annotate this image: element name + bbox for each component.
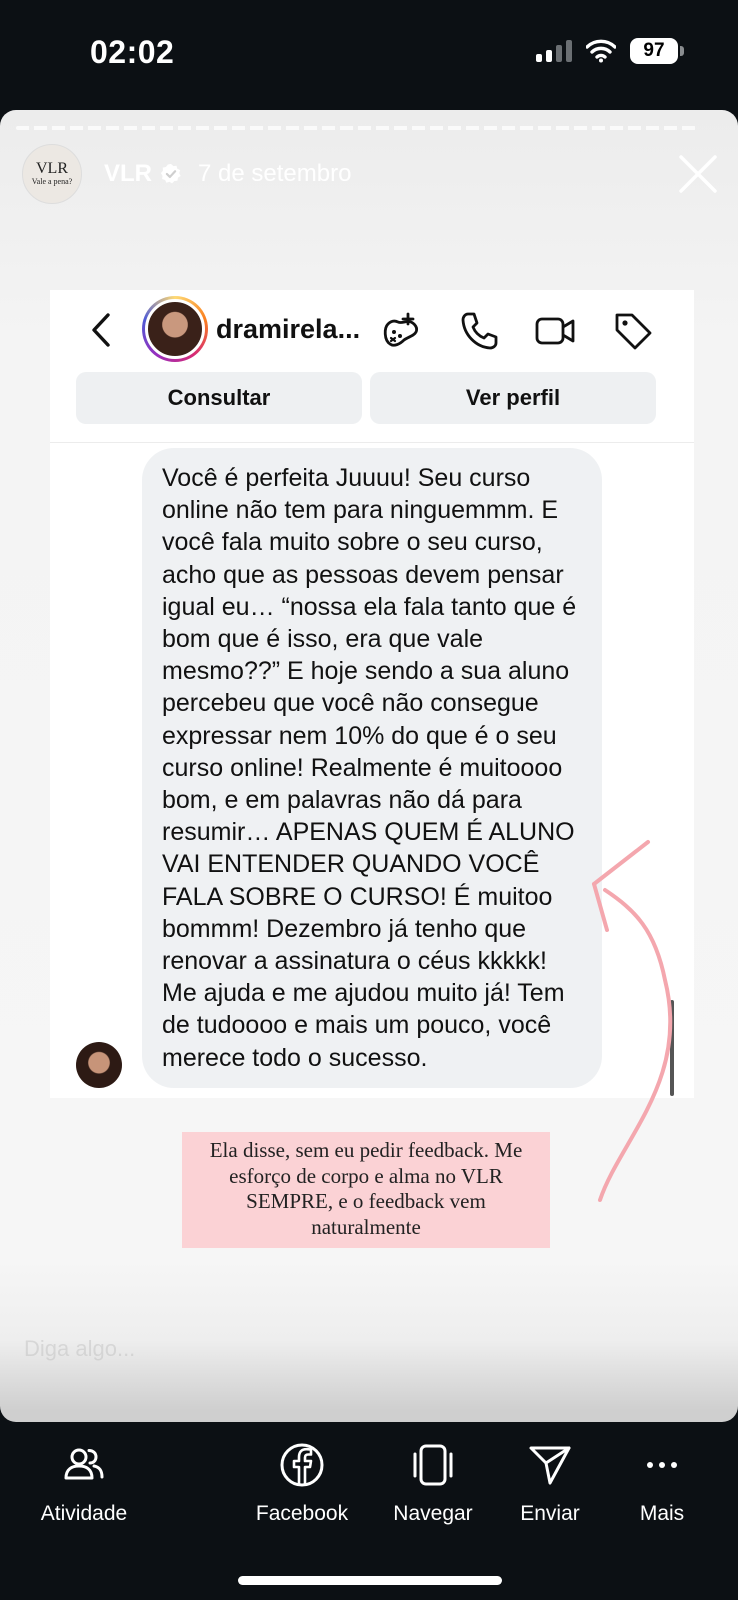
status-time: 02:02 — [90, 34, 175, 70]
story-header: VLR Vale a pena? VLR 7 de setembro — [22, 144, 351, 204]
browse-button[interactable]: Navegar — [386, 1442, 480, 1526]
game-icon — [383, 312, 419, 347]
signal-icon — [536, 40, 572, 62]
close-icon[interactable] — [678, 154, 718, 194]
people-icon — [64, 1448, 104, 1480]
avatar-logo-subtext: Vale a pena? — [31, 177, 73, 186]
verified-badge-icon — [160, 163, 181, 184]
send-label: Enviar — [520, 1502, 580, 1525]
facebook-button[interactable]: Facebook — [252, 1442, 352, 1526]
annotation-arrow-icon — [592, 840, 673, 1202]
wifi-icon — [586, 39, 616, 63]
activity-button[interactable]: Atividade — [36, 1442, 132, 1526]
story-progress-bar — [16, 126, 696, 130]
send-button[interactable]: Enviar — [508, 1442, 592, 1526]
story-card[interactable]: VLR Vale a pena? VLR 7 de setembro drami… — [0, 110, 738, 1422]
home-indicator — [238, 1576, 502, 1585]
status-bar: 02:02 97 — [0, 0, 738, 110]
dm-divider — [50, 442, 694, 443]
send-icon — [529, 1446, 571, 1485]
story-avatar[interactable]: VLR Vale a pena? — [22, 144, 82, 204]
bottom-action-bar: Atividade Facebook Navegar Enviar Mais — [0, 1422, 738, 1600]
avatar-logo-text: VLR — [36, 160, 68, 177]
facebook-icon — [280, 1443, 324, 1487]
more-label: Mais — [639, 1502, 685, 1525]
battery-indicator: 97 — [630, 38, 684, 64]
story-username[interactable]: VLR — [104, 160, 152, 188]
more-button[interactable]: Mais — [622, 1442, 702, 1526]
consult-button: Consultar — [76, 372, 362, 424]
browse-icon — [413, 1444, 453, 1486]
contact-name: dramirela... — [216, 314, 361, 344]
more-icon — [647, 1462, 677, 1468]
view-profile-button: Ver perfil — [370, 372, 656, 424]
contact-avatar — [142, 296, 208, 362]
activity-label: Atividade — [40, 1502, 128, 1525]
dm-action-buttons: Consultar Ver perfil — [76, 372, 656, 424]
back-arrow-icon — [92, 313, 110, 347]
status-icons: 97 — [536, 38, 684, 64]
facebook-label: Facebook — [255, 1502, 349, 1525]
browse-label: Navegar — [393, 1502, 473, 1525]
sender-avatar — [76, 1042, 122, 1088]
reply-input[interactable]: Diga algo... — [24, 1336, 135, 1362]
story-caption: Ela disse, sem eu pedir feedback. Me esf… — [182, 1132, 550, 1248]
video-call-icon — [535, 317, 575, 345]
dm-header: dramirela... — [50, 290, 694, 370]
story-date: 7 de setembro — [198, 160, 352, 187]
message-bubble: Você é perfeita Juuuu! Seu curso online … — [142, 448, 602, 1088]
phone-icon — [461, 312, 498, 350]
tag-icon — [615, 313, 652, 350]
